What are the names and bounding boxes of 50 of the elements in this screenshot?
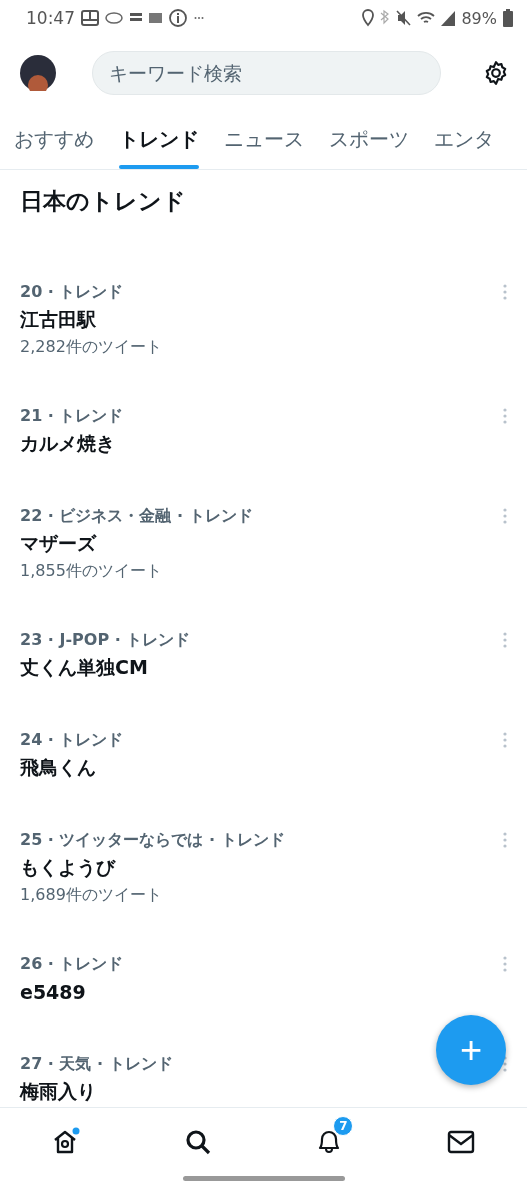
tab[interactable]: スポーツ bbox=[329, 110, 409, 169]
mail-icon[interactable] bbox=[447, 1130, 476, 1154]
avatar[interactable] bbox=[20, 55, 56, 91]
tweet-count: 1,855件のツイート bbox=[20, 561, 163, 582]
trend-name[interactable]: マザーズ bbox=[20, 527, 507, 561]
notification-badge: 7 bbox=[333, 1116, 354, 1136]
trend-name[interactable]: もくようび bbox=[20, 851, 507, 885]
tab[interactable]: トレンド bbox=[119, 110, 199, 169]
more-icon[interactable] bbox=[503, 408, 507, 424]
signal-icon bbox=[441, 10, 456, 26]
bluetooth-icon bbox=[380, 9, 391, 27]
tab[interactable]: おすすめ bbox=[14, 110, 94, 169]
wifi-icon bbox=[417, 11, 436, 25]
settings-icon[interactable] bbox=[483, 60, 509, 86]
trend-name[interactable]: 飛鳥くん bbox=[20, 751, 507, 785]
status-time: 10:47 bbox=[26, 8, 75, 28]
battery-percent: 89% bbox=[461, 8, 497, 28]
tab[interactable]: エンタ bbox=[434, 110, 494, 169]
tab[interactable]: ニュース bbox=[224, 110, 304, 169]
trend-meta: 26 · トレンド bbox=[20, 953, 124, 975]
trend-meta: 24 · トレンド bbox=[20, 729, 124, 751]
more-icon[interactable] bbox=[503, 956, 507, 972]
trend-name[interactable]: カルメ焼き bbox=[20, 427, 507, 461]
more-icon[interactable] bbox=[503, 732, 507, 748]
search-field[interactable]: キーワード検索 bbox=[92, 51, 441, 95]
tweet-count: 2,282件のツイート bbox=[20, 337, 163, 358]
more-icon[interactable] bbox=[503, 508, 507, 524]
trend-meta: 23 · J-POP · トレンド bbox=[20, 629, 191, 651]
more-icon[interactable] bbox=[503, 632, 507, 648]
trend-meta: 20 · トレンド bbox=[20, 281, 124, 303]
section-title: 日本のトレンド bbox=[19, 187, 187, 216]
search-icon[interactable] bbox=[183, 1128, 212, 1156]
battery-icon bbox=[503, 9, 513, 27]
trend-name[interactable]: e5489 bbox=[20, 975, 507, 1009]
trend-name[interactable]: 丈くん単独CM bbox=[20, 651, 507, 685]
more-notifications-icon bbox=[194, 16, 204, 20]
more-icon[interactable] bbox=[503, 832, 507, 848]
more-icon[interactable] bbox=[503, 284, 507, 300]
trend-meta: 27 · 天気 · トレンド bbox=[20, 1053, 173, 1075]
trend-meta: 21 · トレンド bbox=[20, 405, 124, 427]
stack-icon bbox=[129, 13, 143, 23]
location-icon bbox=[362, 9, 375, 27]
trend-name[interactable]: 江古田駅 bbox=[20, 303, 507, 337]
gesture-bar[interactable] bbox=[182, 1176, 345, 1181]
tweet-count: 1,689件のツイート bbox=[20, 885, 163, 906]
mute-icon bbox=[396, 10, 412, 26]
trend-meta: 25 · ツイッターならでは · トレンド bbox=[20, 829, 285, 851]
info-icon bbox=[168, 8, 188, 28]
newspaper-icon bbox=[81, 10, 99, 26]
trend-meta: 22 · ビジネス・金融 · トレンド bbox=[20, 505, 253, 527]
